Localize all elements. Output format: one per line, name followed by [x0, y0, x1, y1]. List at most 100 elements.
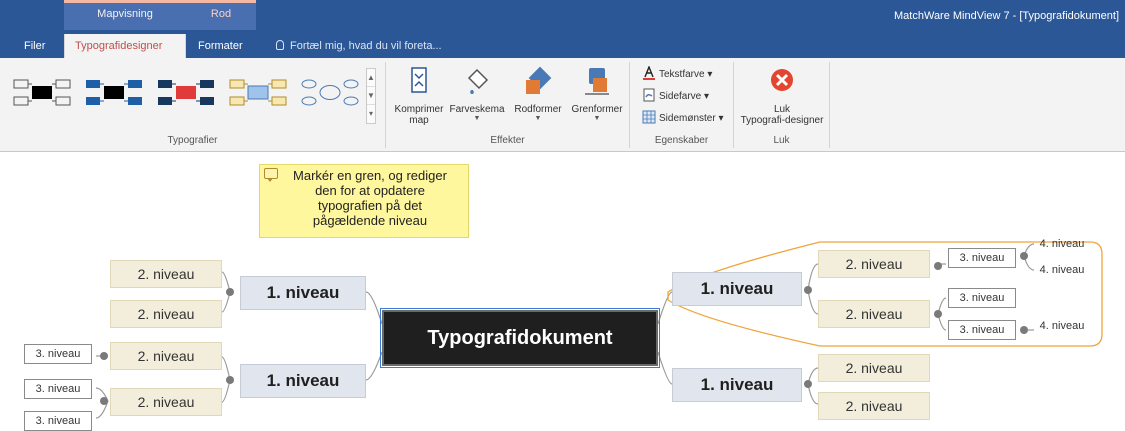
level3-node[interactable]: 3. niveau [948, 320, 1016, 340]
rodformer-button[interactable]: Rodformer ▼ [510, 66, 566, 122]
context-tab-group-mapvisning[interactable]: Mapvisning [64, 0, 186, 30]
level2-node[interactable]: 2. niveau [818, 300, 930, 328]
button-label: Rodformer [514, 104, 562, 115]
button-label: Sidefarve [659, 91, 702, 102]
level3-node[interactable]: 3. niveau [948, 248, 1016, 268]
level2-node[interactable]: 2. niveau [110, 342, 222, 370]
context-strip [186, 0, 256, 3]
sidefarve-button[interactable]: Sidefarve ▾ [642, 88, 709, 102]
collapse-dot [804, 380, 812, 388]
style-thumb-1[interactable] [12, 76, 72, 110]
komprimer-map-button[interactable]: Komprimer map [394, 66, 444, 126]
farveskema-button[interactable]: Farveskema ▼ [448, 66, 506, 122]
level3-node[interactable]: 3. niveau [24, 344, 92, 364]
level1-node[interactable]: 1. niveau [240, 276, 366, 310]
level3-node[interactable]: 3. niveau [948, 288, 1016, 308]
tab-filer[interactable]: Filer [14, 34, 55, 58]
level1-node[interactable]: 1. niveau [240, 364, 366, 398]
level3-node[interactable]: 3. niveau [24, 379, 92, 399]
page-pattern-icon [642, 110, 656, 124]
lightbulb-icon [276, 40, 284, 50]
app-window: Mapvisning Rod MatchWare MindView 7 - [T… [0, 0, 1125, 431]
text-color-icon [643, 66, 655, 80]
button-label: Grenformer [571, 104, 623, 115]
hint-note: Markér en gren, og rediger den for at op… [259, 164, 469, 238]
style-thumb-2[interactable] [84, 76, 144, 110]
tell-me-box[interactable]: Fortæl mig, hvad du vil foreta... [276, 40, 442, 52]
group-typografier: ▲ ▼ ▾ Typografier [0, 62, 386, 148]
collapse-dot [934, 262, 942, 270]
style-thumb-3[interactable] [156, 76, 216, 110]
tekstfarve-button[interactable]: Tekstfarve ▾ [642, 66, 712, 80]
level2-node[interactable]: 2. niveau [818, 392, 930, 420]
level4-node[interactable]: 4. niveau [1034, 236, 1090, 252]
collapse-dot [100, 397, 108, 405]
note-line: den for at opdatere [315, 183, 425, 198]
group-label: Luk [773, 135, 790, 146]
collapse-dot [226, 288, 234, 296]
style-thumb-4[interactable] [228, 76, 288, 110]
button-label: Sidemønster [659, 113, 716, 124]
dropdown-caret-icon: ▾ [704, 91, 710, 102]
scroll-up-icon[interactable]: ▲ [367, 69, 375, 87]
gallery-scrollbar[interactable]: ▲ ▼ ▾ [366, 68, 376, 124]
dropdown-caret-icon: ▾ [718, 113, 724, 124]
button-label: Farveskema [449, 104, 505, 115]
level2-node[interactable]: 2. niveau [110, 260, 222, 288]
button-label: Komprimer [394, 104, 444, 115]
context-tab-label: Rod [210, 8, 232, 20]
collapse-dot [226, 376, 234, 384]
close-icon [771, 69, 793, 91]
tab-formater[interactable]: Formater [188, 34, 253, 58]
button-label: Typografi-designer [740, 115, 824, 126]
context-tab-label: Mapvisning [97, 8, 153, 20]
group-egenskaber: Tekstfarve ▾ Sidefarve ▾ Sidemønster ▾ E… [630, 62, 734, 148]
group-luk: Luk Typografi-designer Luk [734, 62, 830, 148]
note-line: Markér en gren, og rediger [293, 168, 447, 183]
group-label: Egenskaber [654, 135, 709, 146]
level2-node[interactable]: 2. niveau [110, 300, 222, 328]
group-label: Effekter [490, 135, 525, 146]
level3-node[interactable]: 3. niveau [24, 411, 92, 431]
dropdown-caret-icon: ▾ [707, 69, 713, 80]
collapse-dot [100, 352, 108, 360]
level2-node[interactable]: 2. niveau [818, 354, 930, 382]
level4-node[interactable]: 4. niveau [1034, 262, 1090, 278]
note-line: pågældende niveau [312, 213, 428, 228]
paint-bucket-icon [467, 68, 489, 94]
context-strip [64, 0, 186, 3]
title-bar: Mapvisning Rod MatchWare MindView 7 - [T… [0, 0, 1125, 58]
close-typografi-designer-button[interactable]: Luk Typografi-designer [738, 66, 826, 126]
grenformer-button[interactable]: Grenformer ▼ [568, 66, 626, 122]
level4-node[interactable]: 4. niveau [1034, 318, 1090, 334]
button-label: Tekstfarve [659, 69, 705, 80]
level2-node[interactable]: 2. niveau [110, 388, 222, 416]
button-label: map [409, 115, 429, 126]
level1-node[interactable]: 1. niveau [672, 272, 802, 306]
level2-node[interactable]: 2. niveau [818, 250, 930, 278]
mindmap-canvas[interactable]: Markér en gren, og rediger den for at op… [0, 152, 1125, 431]
branch-shapes-icon [585, 68, 609, 95]
tab-typografidesigner[interactable]: Typografidesigner [64, 34, 186, 58]
context-tab-group-rod[interactable]: Rod [186, 0, 256, 30]
style-thumb-5[interactable] [300, 76, 360, 110]
dropdown-caret-icon: ▼ [473, 115, 481, 122]
group-label: Typografier [167, 135, 218, 146]
compress-map-icon [411, 67, 427, 93]
window-title: MatchWare MindView 7 - [Typografidokumen… [894, 10, 1119, 22]
style-gallery [12, 76, 374, 112]
button-label: Luk [773, 104, 791, 115]
tell-me-text: Fortæl mig, hvad du vil foreta... [290, 40, 442, 52]
scroll-down-icon[interactable]: ▼ [367, 87, 375, 105]
collapse-dot [1020, 326, 1028, 334]
group-effekter: Komprimer map Farveskema ▼ Rodformer ▼ G… [386, 62, 630, 148]
ribbon: ▲ ▼ ▾ Typografier Komprimer map Farveske… [0, 58, 1125, 152]
level1-node[interactable]: 1. niveau [672, 368, 802, 402]
comment-icon [264, 168, 278, 182]
root-shapes-icon [526, 66, 552, 94]
gallery-more-icon[interactable]: ▾ [367, 105, 375, 123]
note-line: typografien på det [317, 198, 423, 213]
dropdown-caret-icon: ▼ [534, 115, 542, 122]
root-node[interactable]: Typografidokument [380, 308, 660, 368]
sidemonster-button[interactable]: Sidemønster ▾ [642, 110, 724, 124]
